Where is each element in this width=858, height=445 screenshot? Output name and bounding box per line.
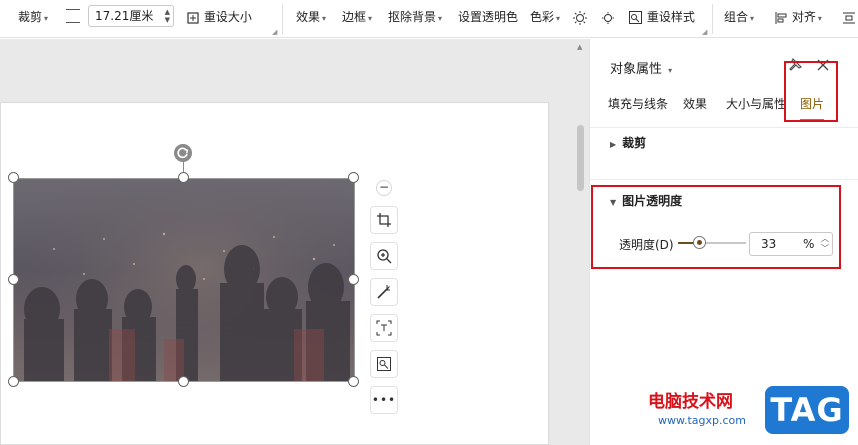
remove-background-label: 抠除背景	[388, 10, 437, 24]
more-tools-button[interactable]	[842, 8, 856, 26]
crop-section-title: 裁剪	[622, 136, 647, 150]
remove-background-button[interactable]: 抠除背景 ▾	[388, 8, 442, 26]
distribute-icon	[843, 12, 855, 23]
chevron-down-icon: ▾	[556, 14, 561, 23]
watermark-logo-text: TAG	[770, 391, 844, 429]
crop-tool-button[interactable]	[370, 206, 398, 234]
effects-label: 效果	[296, 10, 321, 24]
divider	[590, 179, 858, 180]
image-edit-icon	[377, 356, 391, 371]
reset-style-icon	[629, 11, 642, 24]
text-frame-icon	[376, 320, 392, 335]
crop-button[interactable]: 裁剪 ▾	[18, 8, 48, 26]
vertical-scrollbar[interactable]	[577, 125, 584, 191]
expand-corner-icon[interactable]: ◢	[702, 28, 707, 36]
chevron-down-icon: ▾	[44, 14, 49, 23]
rotate-icon	[177, 147, 189, 159]
watermark-url: www.tagxp.com	[658, 414, 746, 427]
chevron-down-icon: ▾	[438, 14, 443, 23]
expand-corner-icon[interactable]: ◢	[272, 28, 277, 36]
color-label: 色彩	[530, 10, 555, 24]
scroll-up-icon[interactable]: ▲	[577, 43, 582, 51]
border-button[interactable]: 边框 ▾	[342, 8, 372, 26]
tab-size-and-properties[interactable]: 大小与属性	[726, 95, 786, 112]
reset-size-icon	[187, 11, 199, 24]
extract-text-button[interactable]	[370, 314, 398, 342]
reset-style-button[interactable]: 重设样式	[628, 8, 695, 26]
crop-section-header[interactable]: ▶ 裁剪	[610, 134, 646, 151]
slide-workspace[interactable]: ▲ − •••	[0, 39, 589, 445]
resize-handle-left[interactable]	[8, 274, 19, 285]
set-transparent-color-button[interactable]: 设置透明色	[458, 8, 518, 26]
resize-handle-bottom-right[interactable]	[348, 376, 359, 387]
watermark-logo: TAG	[763, 384, 851, 436]
crop-icon	[377, 212, 391, 227]
chevron-down-icon: ▾	[368, 14, 373, 23]
zoom-in-icon	[377, 248, 392, 263]
border-label: 边框	[342, 10, 367, 24]
triangle-right-icon: ▶	[610, 140, 617, 149]
resize-handle-bottom[interactable]	[178, 376, 189, 387]
ellipsis-icon: •••	[371, 393, 397, 407]
magic-wand-icon	[377, 284, 390, 299]
more-options-button[interactable]: •••	[370, 386, 398, 414]
chevron-down-icon: ▾	[322, 14, 327, 23]
highlight-transparency-section	[591, 185, 841, 269]
watermark-site-name: 电脑技术网	[648, 392, 733, 412]
align-button[interactable]: 对齐 ▾	[774, 8, 822, 26]
tab-effects[interactable]: 效果	[683, 95, 707, 112]
chevron-down-icon: ▾	[817, 14, 822, 23]
ribbon-toolbar: 裁剪 ▾ 17.21厘米 ▲ ▼ 重设大小 ◢ 效果 ▾ 边框 ▾ 抠除背景 ▾ 设置透明…	[0, 0, 858, 38]
color-button[interactable]: 色彩 ▾	[530, 8, 560, 26]
selection-frame	[13, 178, 355, 382]
resize-handle-right[interactable]	[348, 274, 359, 285]
chevron-down-icon: ▾	[750, 14, 755, 23]
picture-edit-button[interactable]	[370, 350, 398, 378]
group-label: 组合	[724, 10, 749, 24]
divider	[282, 4, 283, 34]
set-transparent-color-label: 设置透明色	[458, 10, 519, 24]
collapse-tools-button[interactable]: −	[376, 180, 392, 196]
resize-handle-top-left[interactable]	[8, 172, 19, 183]
panel-title[interactable]: 对象属性 ▾	[610, 58, 672, 77]
align-label: 对齐	[791, 10, 816, 24]
height-icon	[66, 9, 80, 23]
reset-size-label: 重设大小	[203, 10, 252, 24]
effects-button[interactable]: 效果 ▾	[296, 8, 326, 26]
align-icon	[775, 11, 787, 24]
magic-tool-button[interactable]	[370, 278, 398, 306]
panel-title-text: 对象属性	[610, 62, 663, 77]
reset-size-button[interactable]: 重设大小	[186, 8, 252, 26]
size-input[interactable]: 17.21厘米 ▲ ▼	[88, 5, 174, 27]
stepper-icon[interactable]: ▲ ▼	[165, 8, 170, 24]
resize-handle-top[interactable]	[178, 172, 189, 183]
brightness-up-button[interactable]	[572, 8, 588, 26]
resize-handle-bottom-left[interactable]	[8, 376, 19, 387]
brightness-down-button[interactable]	[600, 8, 616, 26]
sun-minus-icon	[602, 11, 614, 24]
group-button[interactable]: 组合 ▾	[724, 8, 754, 26]
rotate-handle[interactable]	[174, 144, 192, 162]
divider	[712, 4, 713, 34]
reset-style-label: 重设样式	[646, 10, 695, 24]
crop-label: 裁剪	[18, 10, 43, 24]
resize-handle-top-right[interactable]	[348, 172, 359, 183]
highlight-picture-tab	[784, 61, 838, 122]
sun-plus-icon	[573, 10, 587, 25]
chevron-down-icon: ▾	[668, 66, 673, 75]
divider	[590, 127, 858, 128]
size-value: 17.21厘米	[95, 9, 154, 23]
tab-fill-and-line[interactable]: 填充与线条	[608, 95, 668, 112]
zoom-tool-button[interactable]	[370, 242, 398, 270]
